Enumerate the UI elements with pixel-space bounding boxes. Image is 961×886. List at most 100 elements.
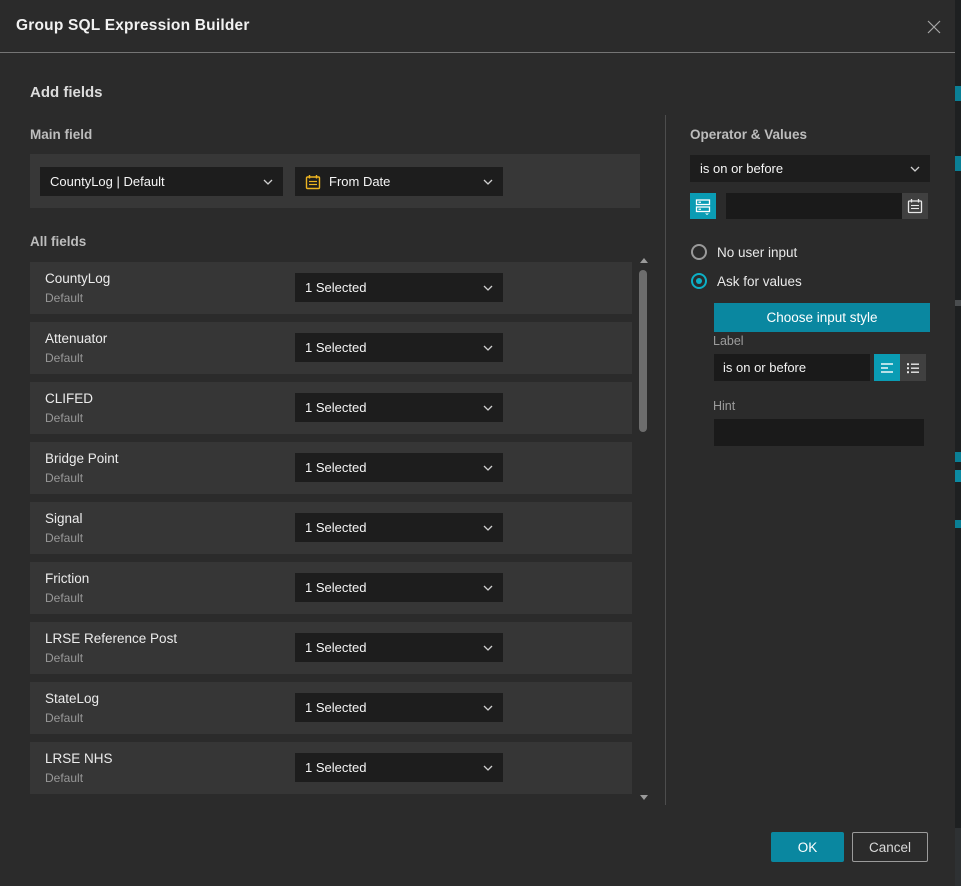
field-row-name: LRSE Reference Post — [45, 631, 177, 646]
field-row-selection-dropdown[interactable]: 1 Selected — [295, 393, 503, 422]
ok-button[interactable]: OK — [771, 832, 844, 862]
field-row: Signal Default 1 Selected — [30, 502, 632, 554]
radio-no-user-input[interactable]: No user input — [691, 244, 797, 260]
operator-values-heading: Operator & Values — [690, 127, 807, 142]
field-row-selection-dropdown[interactable]: 1 Selected — [295, 453, 503, 482]
backdrop-fragment — [955, 520, 961, 528]
backdrop-fragment — [955, 452, 961, 462]
add-fields-heading: Add fields — [30, 84, 103, 101]
group-sql-expression-builder-dialog: Group SQL Expression Builder Add fields … — [0, 0, 955, 886]
field-row-selection-dropdown[interactable]: 1 Selected — [295, 573, 503, 602]
field-row-subtitle: Default — [45, 471, 83, 485]
field-row-selection: 1 Selected — [305, 700, 477, 715]
chevron-down-icon — [483, 765, 493, 771]
main-field-dropdown[interactable]: From Date — [295, 167, 503, 196]
field-row-selection-dropdown[interactable]: 1 Selected — [295, 513, 503, 542]
hint-input[interactable] — [714, 419, 924, 446]
all-fields-list: CountyLog Default 1 Selected Attenuator … — [30, 262, 632, 802]
list-style-button[interactable] — [900, 354, 926, 381]
calendar-icon — [305, 174, 321, 190]
field-row-selection: 1 Selected — [305, 640, 477, 655]
field-row: StateLog Default 1 Selected — [30, 682, 632, 734]
panel-divider — [665, 115, 666, 805]
main-field-card: CountyLog | Default From Date — [30, 154, 640, 208]
dataset-dropdown-value: CountyLog | Default — [50, 174, 257, 189]
field-row-name: Attenuator — [45, 331, 107, 346]
field-row-name: Friction — [45, 571, 89, 586]
field-row-selection: 1 Selected — [305, 340, 477, 355]
field-row-subtitle: Default — [45, 771, 83, 785]
chevron-down-icon — [483, 465, 493, 471]
hint-field-label: Hint — [713, 399, 735, 413]
field-row-selection-dropdown[interactable]: 1 Selected — [295, 753, 503, 782]
operator-dropdown[interactable]: is on or before — [690, 155, 930, 182]
field-row: Friction Default 1 Selected — [30, 562, 632, 614]
chevron-down-icon — [483, 645, 493, 651]
field-row-name: Bridge Point — [45, 451, 119, 466]
field-row-selection: 1 Selected — [305, 400, 477, 415]
field-row-selection: 1 Selected — [305, 460, 477, 475]
chevron-down-icon — [263, 179, 273, 185]
value-input[interactable] — [726, 193, 902, 219]
main-field-dropdown-value: From Date — [329, 174, 477, 189]
field-row-name: StateLog — [45, 691, 99, 706]
field-row: CountyLog Default 1 Selected — [30, 262, 632, 314]
operator-dropdown-value: is on or before — [700, 161, 904, 176]
chevron-down-icon — [483, 705, 493, 711]
value-type-button[interactable] — [690, 193, 716, 219]
dataset-dropdown[interactable]: CountyLog | Default — [40, 167, 283, 196]
field-row-subtitle: Default — [45, 291, 83, 305]
field-row-selection-dropdown[interactable]: 1 Selected — [295, 633, 503, 662]
calendar-icon — [907, 198, 923, 214]
field-row: Bridge Point Default 1 Selected — [30, 442, 632, 494]
close-icon[interactable] — [925, 18, 943, 36]
radio-circle-icon — [691, 244, 707, 260]
backdrop-fragment — [955, 300, 961, 306]
field-row-selection: 1 Selected — [305, 280, 477, 295]
field-row-name: CountyLog — [45, 271, 110, 286]
chevron-down-icon — [483, 285, 493, 291]
value-rows-icon — [694, 197, 712, 215]
field-row: LRSE Reference Post Default 1 Selected — [30, 622, 632, 674]
radio-label: No user input — [717, 245, 797, 260]
bullet-list-icon — [905, 360, 921, 376]
scrollbar-down-icon[interactable] — [640, 795, 648, 800]
chevron-down-icon — [483, 585, 493, 591]
backdrop-fragment — [955, 156, 961, 171]
field-row-selection: 1 Selected — [305, 580, 477, 595]
titlebar-divider — [0, 52, 955, 53]
chevron-down-icon — [483, 525, 493, 531]
scrollbar-up-icon[interactable] — [640, 258, 648, 263]
chevron-down-icon — [483, 179, 493, 185]
scrollbar-thumb[interactable] — [639, 270, 647, 432]
field-row-subtitle: Default — [45, 591, 83, 605]
cancel-button[interactable]: Cancel — [852, 832, 928, 862]
field-row-selection-dropdown[interactable]: 1 Selected — [295, 693, 503, 722]
backdrop-fragment — [955, 470, 961, 482]
date-picker-button[interactable] — [902, 193, 928, 219]
field-row-name: CLIFED — [45, 391, 93, 406]
chevron-down-icon — [483, 405, 493, 411]
radio-label: Ask for values — [717, 274, 802, 289]
backdrop-fragment — [955, 86, 961, 101]
radio-circle-selected-icon — [691, 273, 707, 289]
label-input[interactable] — [714, 354, 870, 381]
choose-input-style-button[interactable]: Choose input style — [714, 303, 930, 332]
field-row-subtitle: Default — [45, 711, 83, 725]
list-scrollbar[interactable] — [637, 256, 650, 802]
single-line-style-button[interactable] — [874, 354, 900, 381]
dialog-titlebar: Group SQL Expression Builder — [0, 0, 955, 52]
field-row: LRSE NHS Default 1 Selected — [30, 742, 632, 794]
field-row-subtitle: Default — [45, 351, 83, 365]
field-row-selection: 1 Selected — [305, 520, 477, 535]
field-row: Attenuator Default 1 Selected — [30, 322, 632, 374]
field-row: CLIFED Default 1 Selected — [30, 382, 632, 434]
field-row-selection-dropdown[interactable]: 1 Selected — [295, 333, 503, 362]
field-row-selection: 1 Selected — [305, 760, 477, 775]
chevron-down-icon — [910, 166, 920, 172]
field-row-subtitle: Default — [45, 531, 83, 545]
dialog-title: Group SQL Expression Builder — [16, 0, 250, 52]
field-row-name: Signal — [45, 511, 83, 526]
radio-ask-for-values[interactable]: Ask for values — [691, 273, 802, 289]
field-row-selection-dropdown[interactable]: 1 Selected — [295, 273, 503, 302]
